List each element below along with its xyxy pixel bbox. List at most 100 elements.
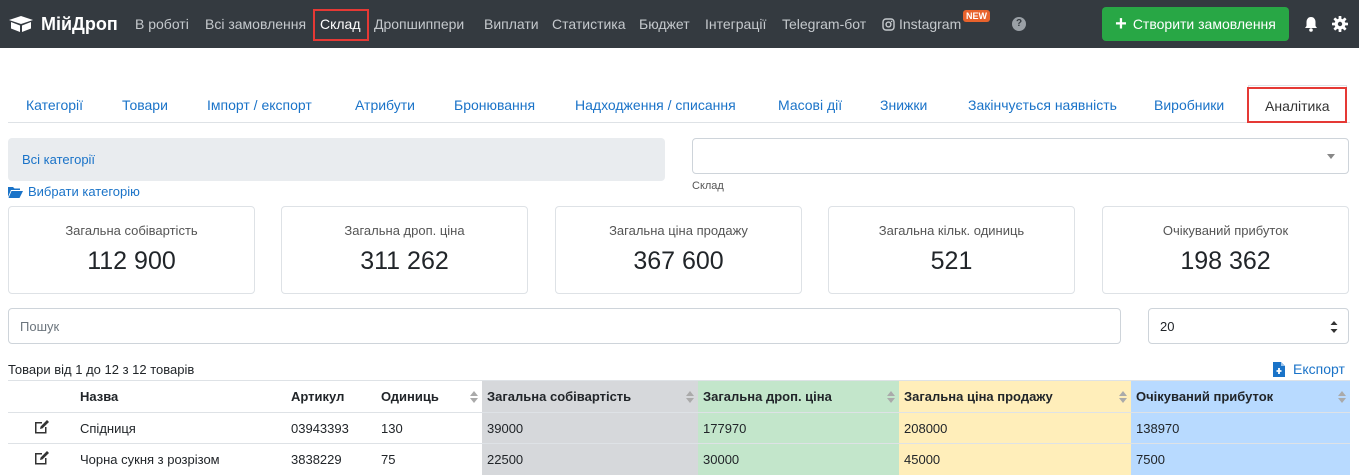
warehouse-label: Склад xyxy=(692,180,724,192)
col-header-label: Загальна собівартість xyxy=(487,389,632,404)
cell-units: 130 xyxy=(376,412,482,444)
choose-category-text: Вибрати категорію xyxy=(28,184,140,199)
stat-value: 311 262 xyxy=(360,247,449,275)
table-info-text: Товари від 1 до 12 з 12 товарів xyxy=(8,362,195,377)
export-label: Експорт xyxy=(1293,361,1345,377)
stat-value: 367 600 xyxy=(633,247,724,275)
choose-category-link[interactable]: Вибрати категорію xyxy=(8,184,140,199)
stat-card-total-cost: Загальна собівартість 112 900 xyxy=(8,206,255,294)
cell-expected-profit: 7500 xyxy=(1131,443,1350,475)
stat-label: Загальна дроп. ціна xyxy=(344,223,465,238)
tab-low-stock[interactable]: Закінчується наявність xyxy=(968,85,1117,123)
tab-products[interactable]: Товари xyxy=(122,85,168,123)
nav-all-orders[interactable]: Всі замовлення xyxy=(205,0,306,48)
tab-manufacturers[interactable]: Виробники xyxy=(1154,85,1224,123)
sort-icon xyxy=(1338,391,1346,403)
table-row: Чорна сукня з розрізом 3838229 75 22500 … xyxy=(8,443,1350,475)
edit-cell[interactable] xyxy=(8,412,75,444)
top-navbar: МійДроп В роботі Всі замовлення Склад Др… xyxy=(0,0,1359,48)
edit-cell[interactable] xyxy=(8,443,75,475)
analytics-table: Назва Артикул Одиниць Загальна собіварті… xyxy=(8,380,1350,475)
export-link[interactable]: Експорт xyxy=(1273,361,1345,377)
create-order-button[interactable]: + Створити замовлення xyxy=(1102,7,1289,41)
col-header-label: Очікуваний прибуток xyxy=(1136,389,1274,404)
tab-categories[interactable]: Категорії xyxy=(26,85,83,123)
col-header-total-cost[interactable]: Загальна собівартість xyxy=(482,380,698,413)
brand[interactable]: МійДроп xyxy=(8,0,118,48)
edit-icon[interactable] xyxy=(34,450,50,465)
new-badge: NEW xyxy=(963,10,990,22)
cell-total-cost: 39000 xyxy=(482,412,698,444)
category-filter[interactable]: Всі категорії xyxy=(8,138,665,181)
nav-payouts[interactable]: Виплати xyxy=(484,0,539,48)
table-header-row: Назва Артикул Одиниць Загальна собіварті… xyxy=(8,380,1350,413)
stat-value: 521 xyxy=(930,247,973,275)
page-size-value: 20 xyxy=(1160,319,1175,334)
stat-label: Загальна ціна продажу xyxy=(609,223,748,238)
cell-total-sale-price: 208000 xyxy=(899,412,1131,444)
edit-icon[interactable] xyxy=(34,419,50,434)
box-logo-icon xyxy=(9,16,33,32)
select-arrows-icon xyxy=(1330,321,1338,333)
col-header-expected-profit[interactable]: Очікуваний прибуток xyxy=(1131,380,1350,413)
create-order-label: Створити замовлення xyxy=(1132,16,1276,32)
col-header-actions xyxy=(8,380,75,413)
analytics-highlight-box xyxy=(1247,87,1347,123)
search-input[interactable] xyxy=(8,308,1121,344)
nav-integrations[interactable]: Інтеграції xyxy=(705,0,766,48)
nav-in-work[interactable]: В роботі xyxy=(135,0,189,48)
cell-total-sale-price: 45000 xyxy=(899,443,1131,475)
nav-statistics[interactable]: Статистика xyxy=(552,0,626,48)
cell-units: 75 xyxy=(376,443,482,475)
col-header-units[interactable]: Одиниць xyxy=(376,380,482,413)
warehouse-tabs: Категорії Товари Імпорт / експорт Атрибу… xyxy=(8,85,1350,123)
cell-sku: 03943393 xyxy=(286,412,376,444)
col-header-total-sale-price[interactable]: Загальна ціна продажу xyxy=(899,380,1131,413)
cell-total-drop-price: 30000 xyxy=(698,443,899,475)
nav-telegram-bot[interactable]: Telegram-бот xyxy=(782,0,866,48)
instagram-icon xyxy=(882,17,895,31)
cell-expected-profit: 138970 xyxy=(1131,412,1350,444)
stat-card-total-drop-price: Загальна дроп. ціна 311 262 xyxy=(281,206,528,294)
file-export-icon xyxy=(1273,361,1285,377)
help-icon[interactable]: ? xyxy=(1012,17,1026,31)
plus-icon: + xyxy=(1115,13,1127,35)
warehouse-select[interactable] xyxy=(692,138,1349,174)
nav-instagram[interactable]: Instagram xyxy=(882,0,961,48)
gear-icon[interactable] xyxy=(1332,16,1348,32)
brand-name: МійДроп xyxy=(41,13,118,34)
caret-down-icon xyxy=(1327,154,1335,159)
bell-icon[interactable] xyxy=(1304,16,1318,32)
nav-instagram-label: Instagram xyxy=(899,16,962,32)
folder-open-icon xyxy=(8,186,23,198)
cell-total-drop-price: 177970 xyxy=(698,412,899,444)
sort-icon xyxy=(470,391,478,403)
tab-discounts[interactable]: Знижки xyxy=(880,85,927,123)
sort-icon xyxy=(887,391,895,403)
cell-total-cost: 22500 xyxy=(482,443,698,475)
col-header-sku[interactable]: Артикул xyxy=(286,380,376,413)
tab-receipts-writeoffs[interactable]: Надходження / списання xyxy=(575,85,736,123)
col-header-name[interactable]: Назва xyxy=(75,380,286,413)
sort-icon xyxy=(1119,391,1127,403)
sort-icon xyxy=(686,391,694,403)
table-row: Спідниця 03943393 130 39000 177970 20800… xyxy=(8,412,1350,444)
col-header-label: Загальна ціна продажу xyxy=(904,389,1053,404)
stat-value: 112 900 xyxy=(87,247,176,275)
nav-budget[interactable]: Бюджет xyxy=(639,0,690,48)
stat-label: Загальна собівартість xyxy=(65,223,198,238)
stat-card-expected-profit: Очікуваний прибуток 198 362 xyxy=(1102,206,1349,294)
warehouse-highlight-box xyxy=(313,9,369,41)
cell-name: Чорна сукня з розрізом xyxy=(75,443,286,475)
nav-dropshippers[interactable]: Дропшиппери xyxy=(374,0,464,48)
tab-import-export[interactable]: Імпорт / експорт xyxy=(207,85,312,123)
tab-attributes[interactable]: Атрибути xyxy=(355,85,415,123)
page-size-select[interactable]: 20 xyxy=(1148,308,1349,344)
col-header-total-drop-price[interactable]: Загальна дроп. ціна xyxy=(698,380,899,413)
cell-sku: 3838229 xyxy=(286,443,376,475)
stat-card-total-sale-price: Загальна ціна продажу 367 600 xyxy=(555,206,802,294)
col-header-label: Одиниць xyxy=(381,389,439,404)
tab-bulk-actions[interactable]: Масові дії xyxy=(778,85,842,123)
tab-reservations[interactable]: Бронювання xyxy=(454,85,535,123)
cell-name: Спідниця xyxy=(75,412,286,444)
